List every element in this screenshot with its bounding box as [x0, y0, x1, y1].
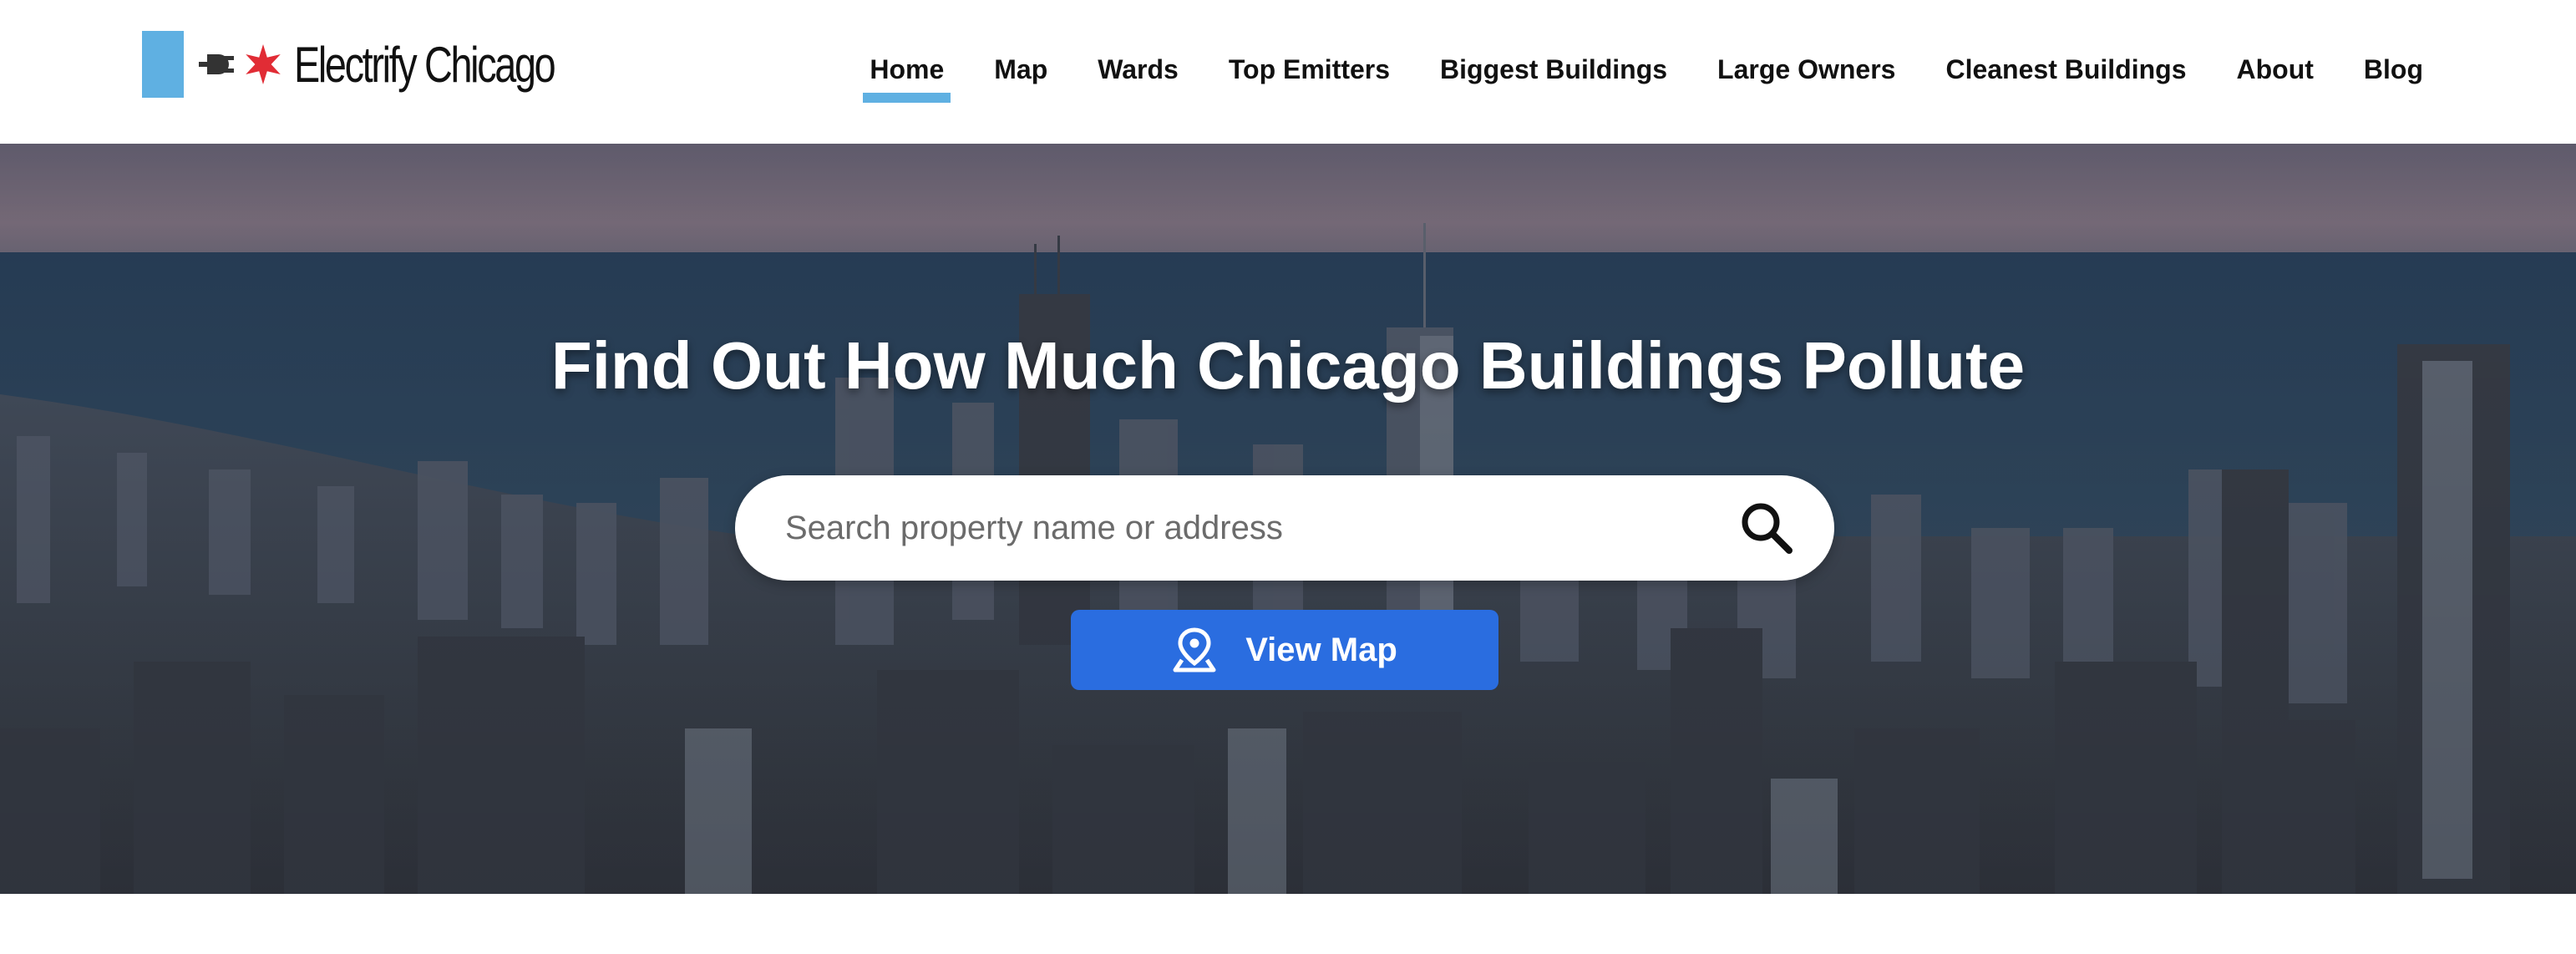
- nav-biggest-buildings[interactable]: Biggest Buildings: [1440, 46, 1667, 103]
- nav-blog[interactable]: Blog: [2364, 46, 2423, 103]
- logo-text: Electrify Chicago: [294, 36, 556, 93]
- chicago-star-icon: [246, 44, 281, 84]
- search-bar: [735, 475, 1834, 581]
- site-logo[interactable]: Electrify Chicago: [142, 30, 627, 99]
- nav-cleanest-buildings[interactable]: Cleanest Buildings: [1945, 46, 2186, 103]
- nav-wards[interactable]: Wards: [1098, 46, 1179, 103]
- site-header: Electrify Chicago Home Map Wards Top Emi…: [0, 0, 2576, 144]
- nav-large-owners[interactable]: Large Owners: [1717, 46, 1895, 103]
- hero-section: Find Out How Much Chicago Buildings Poll…: [0, 144, 2576, 894]
- nav-top-emitters[interactable]: Top Emitters: [1229, 46, 1390, 103]
- view-map-label: View Map: [1245, 631, 1397, 668]
- view-map-button[interactable]: View Map: [1071, 610, 1498, 690]
- nav-about[interactable]: About: [2237, 46, 2314, 103]
- nav-home[interactable]: Home: [863, 46, 951, 103]
- search-input[interactable]: [785, 475, 1704, 581]
- logo-flag-block: [142, 31, 184, 98]
- map-pin-icon: [1173, 627, 1216, 672]
- plug-icon: [199, 54, 234, 74]
- nav-map[interactable]: Map: [994, 46, 1047, 103]
- search-icon[interactable]: [1739, 500, 1794, 556]
- hero-title: Find Out How Much Chicago Buildings Poll…: [550, 328, 2026, 403]
- main-nav: Home Map Wards Top Emitters Biggest Buil…: [863, 46, 2423, 103]
